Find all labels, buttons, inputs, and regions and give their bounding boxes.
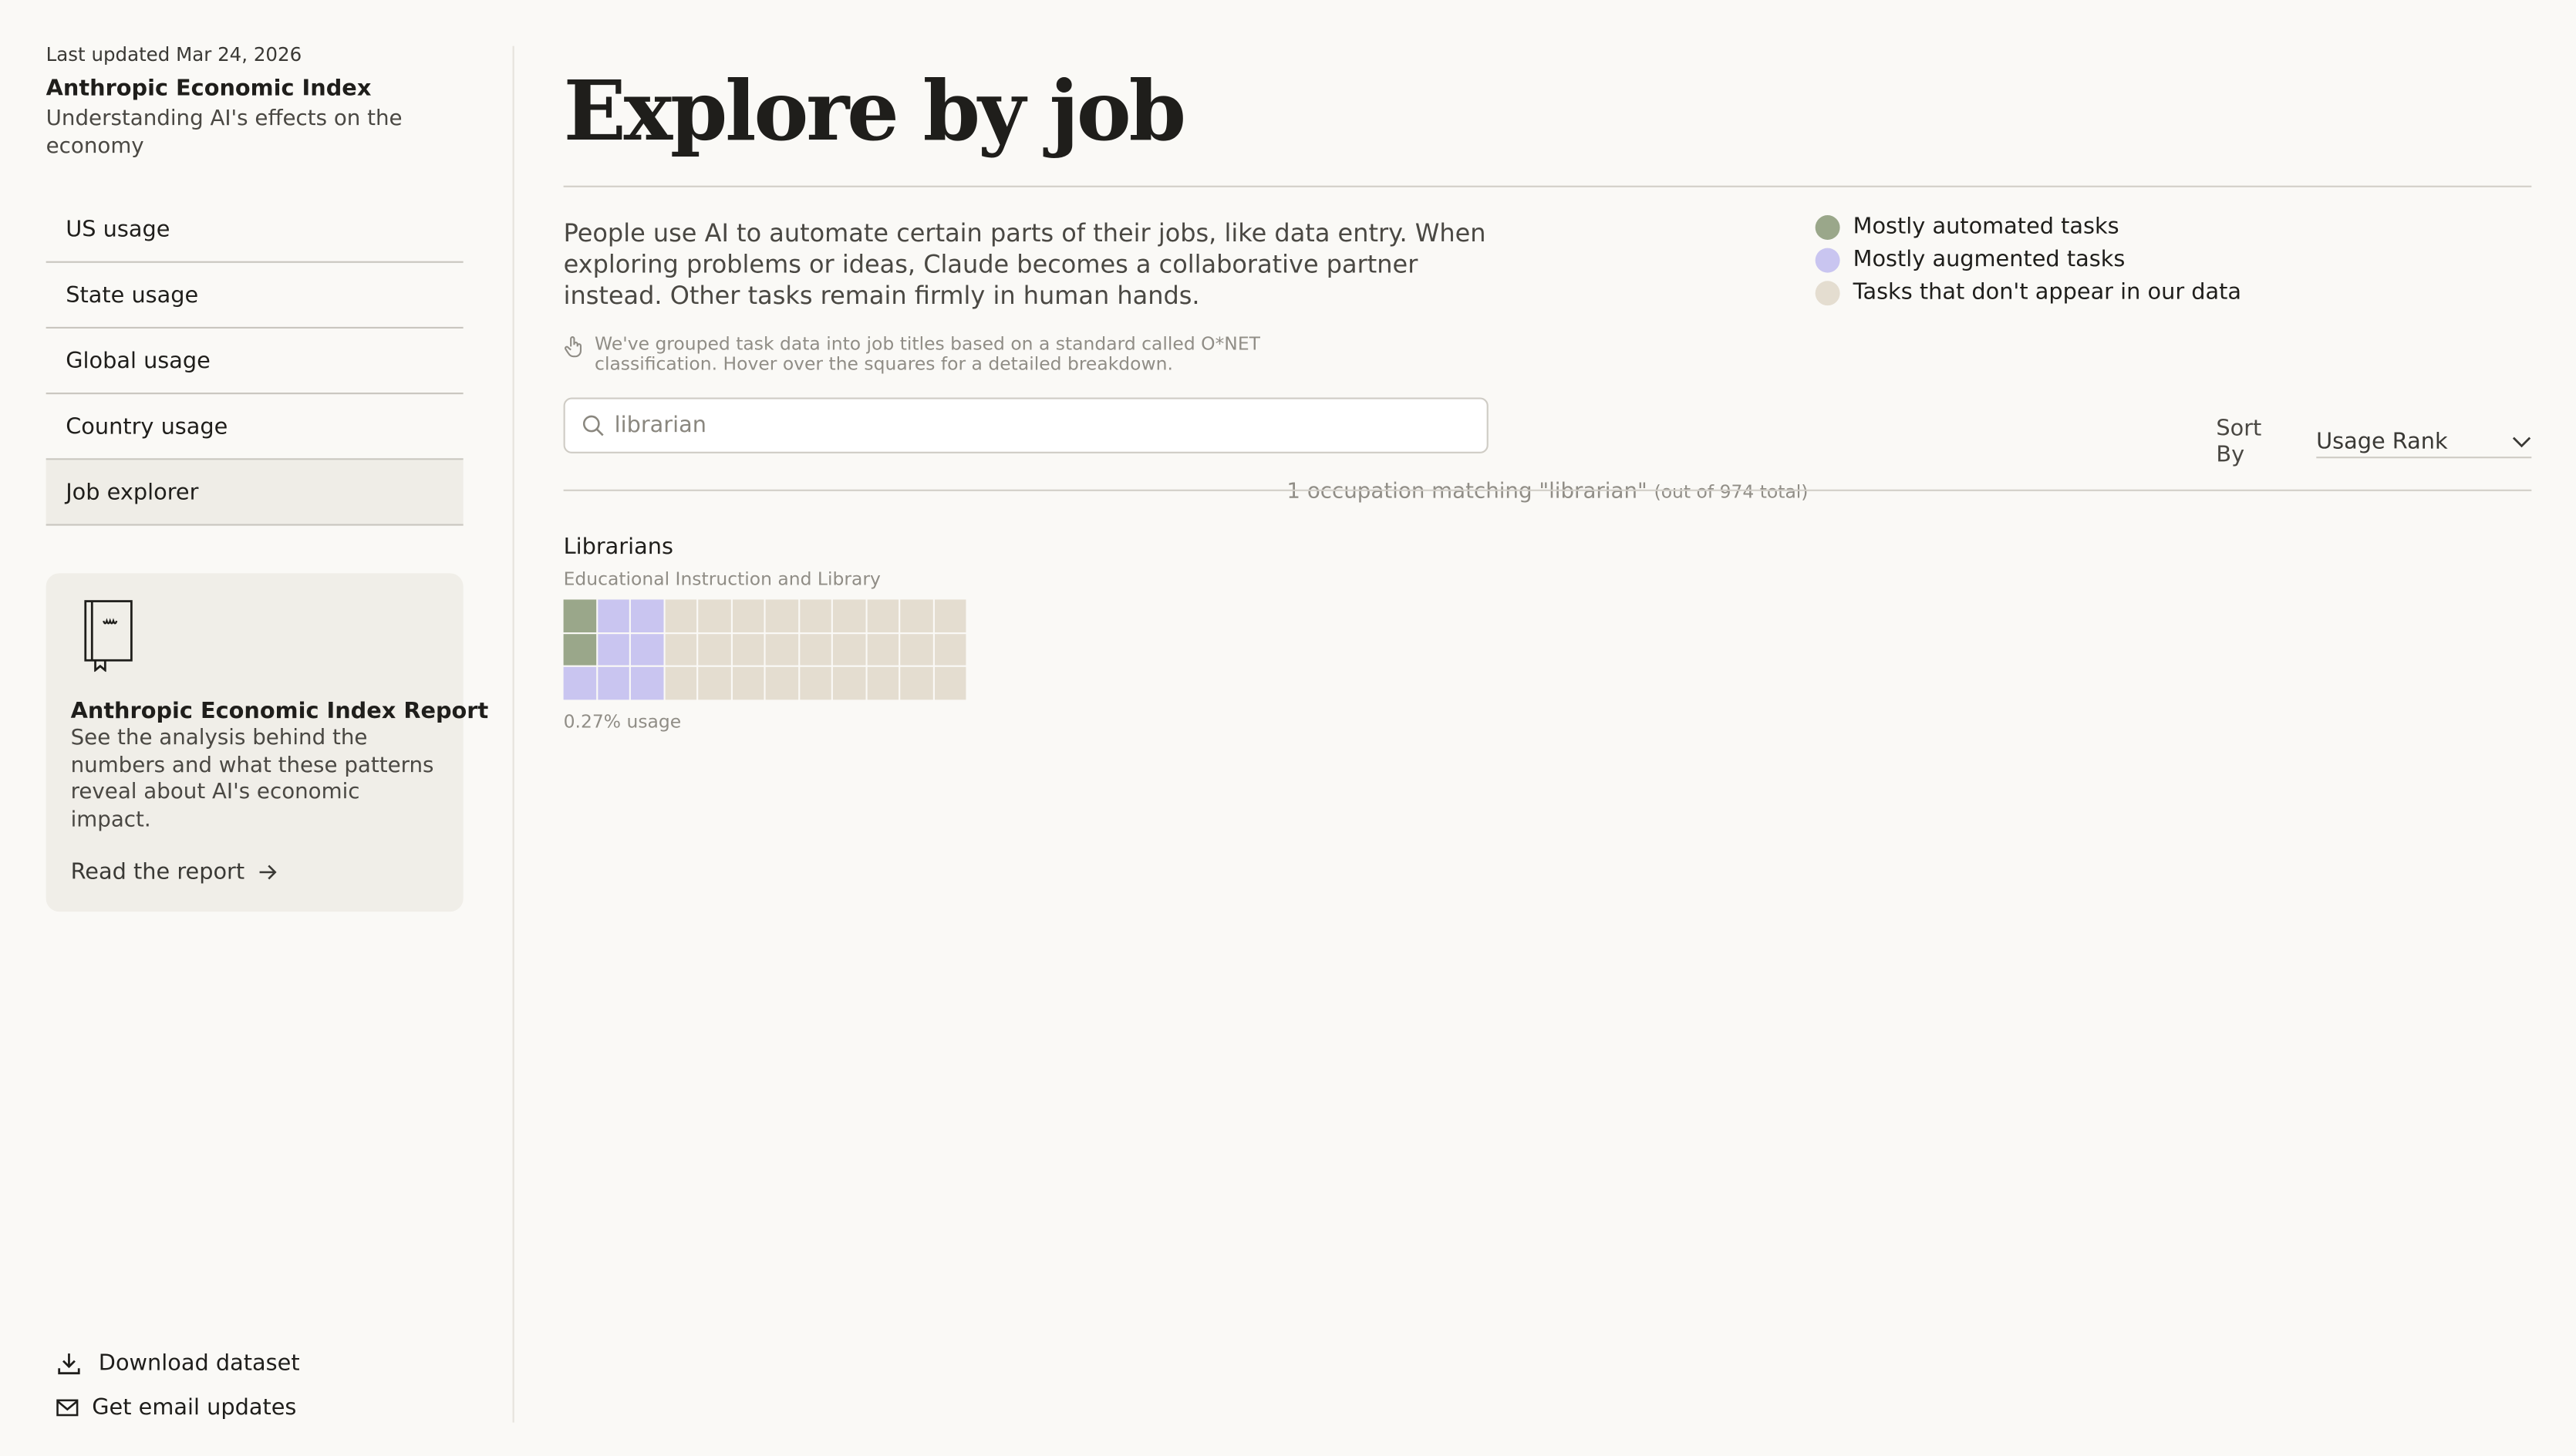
mail-icon (56, 1399, 79, 1417)
occupation-card: Librarians Educational Instruction and L… (563, 534, 991, 732)
sidebar-item-global-usage[interactable]: Global usage (46, 329, 464, 395)
task-cell-augmented[interactable] (630, 599, 663, 632)
legend-dot-augmented (1815, 247, 1840, 272)
pointer-hand-icon (564, 336, 582, 358)
search-icon (582, 415, 604, 436)
legend-label: Mostly automated tasks (1853, 213, 2119, 240)
legend: Mostly automated tasks Mostly augmented … (1815, 211, 2242, 309)
task-cell-none[interactable] (866, 633, 899, 666)
legend-item-not-in-data: Tasks that don't appear in our data (1815, 276, 2242, 309)
search-input[interactable] (614, 400, 1469, 450)
download-icon (58, 1353, 80, 1375)
task-cell-none[interactable] (832, 599, 865, 632)
task-cell-none[interactable] (765, 599, 798, 632)
legend-dot-not-in-data (1815, 280, 1840, 305)
sidebar-nav: US usage State usage Global usage Countr… (46, 197, 464, 526)
report-card: Anthropic Economic Index Report See the … (46, 573, 488, 912)
sidebar-item-job-explorer[interactable]: Job explorer (46, 460, 464, 526)
sidebar-item-label: Global usage (66, 347, 211, 374)
sidebar: Last updated Mar 24, 2026 Anthropic Econ… (0, 0, 513, 1455)
legend-item-automated: Mostly automated tasks (1815, 211, 2241, 244)
main-content: Explore by job People use AI to automate… (563, 0, 2532, 1455)
task-cell-none[interactable] (866, 666, 899, 699)
task-cell-none[interactable] (731, 599, 764, 632)
legend-item-augmented: Mostly augmented tasks (1815, 243, 2241, 276)
sort-select[interactable]: Usage Rank (2316, 426, 2532, 459)
sidebar-item-country-usage[interactable]: Country usage (46, 394, 464, 460)
sidebar-item-label: Country usage (66, 413, 228, 440)
task-cell-none[interactable] (698, 599, 730, 632)
sort-value: Usage Rank (2316, 427, 2448, 454)
title-divider (563, 185, 2532, 187)
chevron-down-icon (2512, 436, 2531, 447)
arrow-right-icon (259, 865, 277, 880)
task-cell-none[interactable] (799, 666, 831, 699)
task-cell-none[interactable] (698, 633, 730, 666)
sidebar-item-label: Job explorer (66, 478, 199, 505)
task-cell-none[interactable] (832, 633, 865, 666)
sort-control: Sort By Usage Rank (2216, 415, 2532, 469)
sidebar-item-state-usage[interactable]: State usage (46, 263, 464, 329)
read-report-link[interactable]: Read the report (71, 859, 278, 885)
task-cell-automated[interactable] (563, 599, 596, 632)
search-box[interactable] (563, 397, 1489, 453)
task-cell-none[interactable] (933, 599, 966, 632)
read-report-label: Read the report (70, 858, 245, 886)
task-cell-none[interactable] (900, 666, 932, 699)
task-cell-none[interactable] (900, 633, 932, 666)
task-cell-none[interactable] (664, 633, 697, 666)
sidebar-item-label: US usage (66, 216, 170, 243)
sidebar-divider (512, 46, 514, 1423)
task-grid (563, 599, 968, 699)
last-updated: Last updated Mar 24, 2026 (46, 42, 302, 66)
task-cell-augmented[interactable] (563, 666, 596, 699)
occupation-usage: 0.27% usage (563, 710, 682, 732)
task-cell-augmented[interactable] (630, 633, 663, 666)
page-title: Explore by job (563, 62, 1186, 160)
occupation-title: Librarians (563, 534, 673, 561)
task-cell-none[interactable] (832, 666, 865, 699)
results-divider (563, 489, 2532, 491)
task-cell-none[interactable] (698, 666, 730, 699)
task-cell-none[interactable] (799, 599, 831, 632)
occupation-category: Educational Instruction and Library (563, 568, 881, 590)
task-cell-none[interactable] (765, 666, 798, 699)
sort-label: Sort By (2216, 415, 2262, 469)
info-note-text: We've grouped task data into job titles … (595, 333, 1260, 374)
task-cell-augmented[interactable] (597, 666, 629, 699)
task-cell-automated[interactable] (563, 633, 596, 666)
task-cell-none[interactable] (933, 666, 966, 699)
intro-text: People use AI to automate certain parts … (563, 218, 1486, 311)
info-note: We've grouped task data into job titles … (564, 335, 1301, 373)
task-cell-none[interactable] (900, 599, 932, 632)
task-cell-augmented[interactable] (630, 666, 663, 699)
task-cell-augmented[interactable] (597, 633, 629, 666)
legend-label: Tasks that don't appear in our data (1853, 279, 2242, 306)
task-cell-augmented[interactable] (597, 599, 629, 632)
task-cell-none[interactable] (731, 666, 764, 699)
email-updates-link[interactable]: Get email updates (56, 1394, 296, 1421)
brand-title[interactable]: Anthropic Economic Index (46, 76, 372, 102)
results-total-text: (out of 974 total) (1654, 481, 1809, 503)
task-cell-none[interactable] (731, 633, 764, 666)
brand-subtitle: Understanding AI's effects on the econom… (46, 106, 403, 159)
sidebar-item-label: State usage (66, 281, 199, 308)
report-title: Anthropic Economic Index Report (70, 698, 489, 725)
download-dataset-link[interactable]: Download dataset (56, 1350, 300, 1377)
notebook-icon (84, 600, 133, 672)
download-dataset-label: Download dataset (98, 1350, 300, 1377)
report-description: See the analysis behind the numbers and … (70, 726, 434, 832)
legend-label: Mostly augmented tasks (1853, 246, 2126, 273)
task-cell-none[interactable] (933, 633, 966, 666)
task-cell-none[interactable] (799, 633, 831, 666)
sidebar-item-us-usage[interactable]: US usage (46, 197, 464, 263)
task-cell-none[interactable] (664, 599, 697, 632)
task-cell-none[interactable] (765, 633, 798, 666)
task-cell-none[interactable] (664, 666, 697, 699)
email-updates-label: Get email updates (92, 1394, 297, 1421)
task-cell-none[interactable] (866, 599, 899, 632)
legend-dot-automated (1815, 214, 1840, 239)
